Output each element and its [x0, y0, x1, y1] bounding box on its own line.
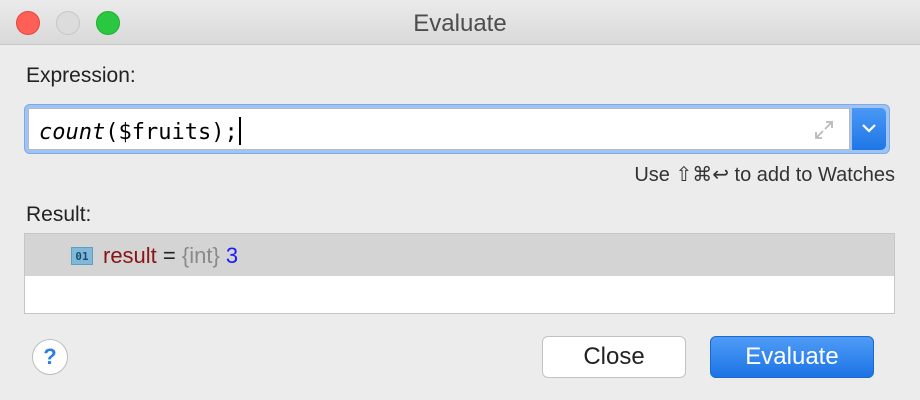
close-button[interactable]: Close [542, 336, 686, 378]
title-bar: Evaluate [0, 0, 920, 45]
int-type-icon: 01 [71, 247, 93, 265]
evaluate-button[interactable]: Evaluate [710, 336, 874, 378]
watches-hint: Use ⇧⌘↩ to add to Watches [634, 164, 895, 186]
expand-icon[interactable] [813, 119, 835, 141]
result-equals: = [156, 243, 182, 268]
expression-function: count [39, 120, 106, 145]
result-label: Result: [26, 203, 92, 226]
result-value: 3 [219, 243, 239, 268]
history-dropdown-button[interactable] [852, 108, 886, 150]
expression-field-group: count($fruits); [24, 104, 890, 154]
result-row[interactable]: 01 result = {int} 3 [25, 234, 894, 276]
chevron-down-icon [862, 124, 876, 133]
result-type: {int} [181, 243, 220, 268]
result-line: result = {int} 3 [103, 243, 238, 269]
expression-label: Expression: [26, 64, 136, 87]
result-tree[interactable]: 01 result = {int} 3 [24, 233, 895, 314]
text-caret [238, 117, 241, 145]
expression-args: ($fruits); [105, 120, 238, 145]
window-title: Evaluate [413, 10, 507, 37]
result-name: result [103, 243, 157, 268]
expression-input[interactable]: count($fruits); [28, 108, 850, 150]
expression-text: count($fruits); [39, 117, 241, 145]
help-button[interactable]: ? [32, 339, 68, 375]
